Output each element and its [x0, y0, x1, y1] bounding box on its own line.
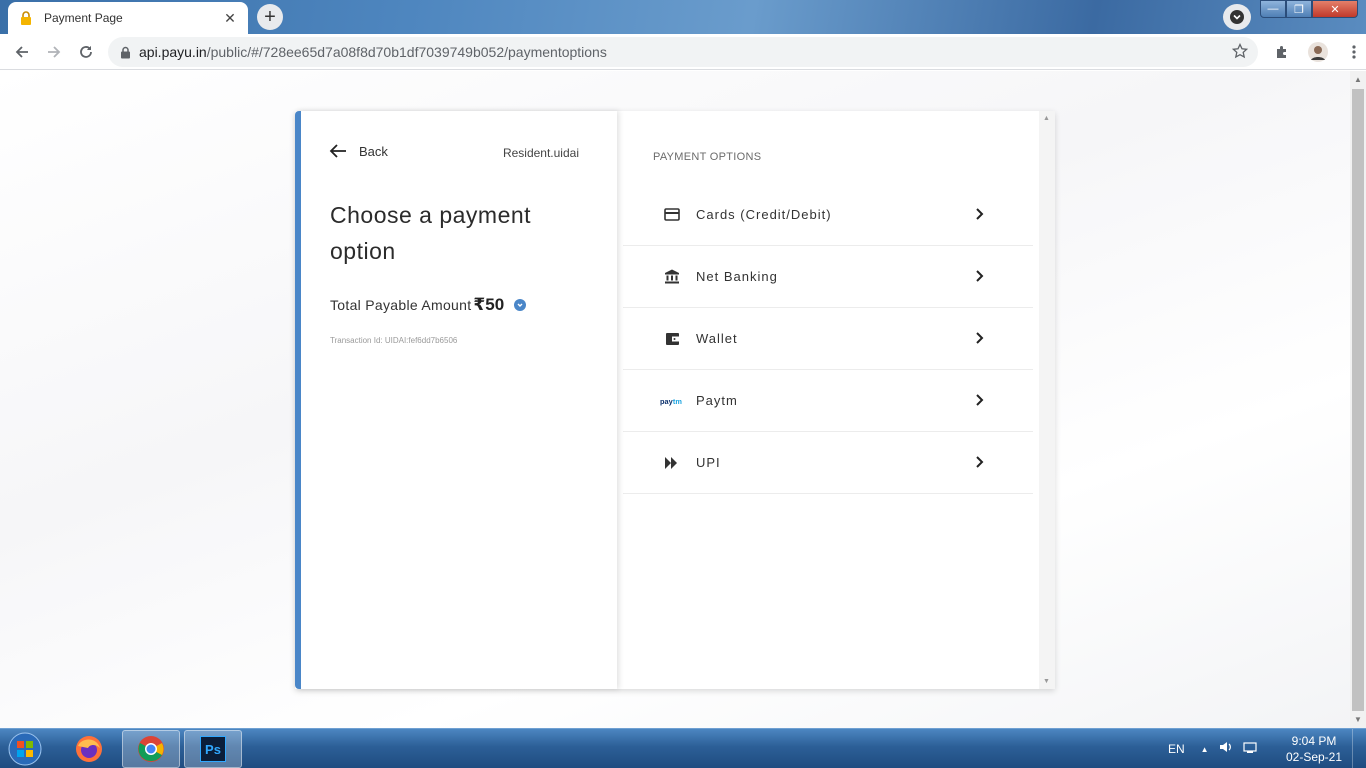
paytm-logo: pay tm — [660, 389, 684, 413]
back-button[interactable]: Back — [329, 143, 388, 159]
chevron-right-icon — [976, 332, 984, 344]
payment-card: Back Resident.uidai Choose a payment opt… — [295, 111, 1055, 689]
chevron-right-icon — [976, 270, 984, 282]
back-label: Back — [359, 143, 388, 159]
toolbar-right — [1266, 36, 1366, 68]
svg-text:pay: pay — [660, 396, 674, 405]
firefox-icon[interactable] — [60, 730, 118, 768]
forward-arrow-icon[interactable] — [38, 36, 70, 68]
page-title: Choose a payment option — [330, 202, 532, 264]
photoshop-icon[interactable]: Ps — [184, 730, 242, 768]
wallet-icon — [660, 327, 684, 351]
option-cards[interactable]: Cards (Credit/Debit) — [623, 184, 1033, 246]
option-upi[interactable]: UPI — [623, 432, 1033, 494]
scroll-down-icon[interactable]: ▼ — [1043, 678, 1050, 685]
payment-options-title: PAYMENT OPTIONS — [653, 151, 762, 163]
window-close-icon[interactable]: ✕ — [1312, 0, 1358, 18]
scroll-up-icon[interactable]: ▲ — [1354, 75, 1362, 84]
menu-kebab-icon[interactable] — [1338, 36, 1366, 68]
browser-titlebar: Payment Page ✕ + — ❐ ✕ — [0, 0, 1366, 34]
amount-value: ₹50 — [473, 295, 505, 314]
url-path: /public/#/728ee65d7a08f8d70b1df7039749b0… — [206, 44, 607, 60]
profile-avatar[interactable] — [1302, 36, 1334, 68]
lock-icon — [18, 10, 34, 26]
page-scrollbar[interactable]: ▲ ▼ — [1350, 71, 1366, 728]
chevron-right-icon — [976, 208, 984, 220]
order-summary-panel: Back Resident.uidai Choose a payment opt… — [295, 111, 617, 689]
address-bar[interactable]: api.payu.in/public/#/728ee65d7a08f8d70b1… — [108, 37, 1258, 67]
bank-icon — [660, 265, 684, 289]
volume-icon[interactable] — [1219, 740, 1233, 759]
scroll-up-icon[interactable]: ▲ — [1043, 115, 1050, 122]
option-label: UPI — [696, 455, 721, 470]
profile-dropdown-icon[interactable] — [1223, 4, 1251, 30]
merchant-name: Resident.uidai — [502, 146, 579, 160]
tab-title: Payment Page — [44, 11, 123, 25]
minimize-icon[interactable]: — — [1260, 0, 1286, 18]
maximize-icon[interactable]: ❐ — [1286, 0, 1312, 18]
amount-row: Total Payable Amount ₹50 — [330, 295, 527, 315]
amount-details-chevron-icon[interactable] — [514, 299, 527, 311]
option-net-banking[interactable]: Net Banking — [623, 246, 1033, 308]
option-label: Cards (Credit/Debit) — [696, 207, 832, 222]
browser-toolbar: api.payu.in/public/#/728ee65d7a08f8d70b1… — [0, 34, 1366, 70]
credit-card-icon — [660, 203, 684, 227]
scroll-down-icon[interactable]: ▼ — [1354, 715, 1362, 724]
payment-options-panel: PAYMENT OPTIONS Cards (Credit/Debit) Net… — [617, 111, 1039, 689]
tab-payment-page[interactable]: Payment Page ✕ — [8, 2, 248, 34]
page-viewport: Back Resident.uidai Choose a payment opt… — [0, 71, 1350, 728]
url-text: api.payu.in/public/#/728ee65d7a08f8d70b1… — [139, 44, 607, 60]
option-label: Net Banking — [696, 269, 778, 284]
amount-label: Total Payable Amount — [330, 297, 472, 313]
taskbar: Ps EN ▲ 9:04 PM 02-Sep-21 — [0, 728, 1366, 768]
start-button[interactable] — [4, 730, 46, 768]
language-indicator[interactable]: EN — [1168, 742, 1185, 756]
extensions-icon[interactable] — [1266, 36, 1298, 68]
show-desktop-button[interactable] — [1352, 729, 1366, 768]
upi-icon — [660, 451, 684, 475]
close-icon[interactable]: ✕ — [222, 10, 238, 27]
system-tray: EN ▲ — [1168, 729, 1257, 768]
photoshop-label: Ps — [200, 736, 226, 762]
option-wallet[interactable]: Wallet — [623, 308, 1033, 370]
chevron-right-icon — [976, 456, 984, 468]
payment-options-list: Cards (Credit/Debit) Net Banking Wallet — [623, 184, 1033, 494]
option-label: Wallet — [696, 331, 738, 346]
reload-icon[interactable] — [70, 36, 102, 68]
clock-date: 02-Sep-21 — [1285, 750, 1343, 764]
site-lock-icon — [121, 46, 130, 58]
options-scrollbar[interactable]: ▲ ▼ — [1039, 111, 1055, 689]
bookmark-star-icon[interactable] — [1231, 42, 1249, 64]
option-paytm[interactable]: pay tm Paytm — [623, 370, 1033, 432]
tray-expand-icon[interactable]: ▲ — [1201, 745, 1209, 754]
window-controls: — ❐ ✕ — [1260, 0, 1358, 18]
transaction-id: Transaction Id: UIDAI:fef6dd7b6506 — [330, 336, 458, 345]
new-tab-icon[interactable]: + — [257, 4, 283, 30]
network-icon[interactable] — [1242, 740, 1257, 759]
url-host: api.payu.in — [139, 44, 207, 60]
svg-text:tm: tm — [673, 396, 682, 405]
back-arrow-icon[interactable] — [6, 36, 38, 68]
chrome-icon[interactable] — [122, 730, 180, 768]
clock[interactable]: 9:04 PM 02-Sep-21 — [1282, 733, 1346, 765]
option-label: Paytm — [696, 393, 738, 408]
clock-time: 9:04 PM — [1291, 734, 1337, 748]
back-arrow-icon — [329, 144, 346, 158]
scrollbar-thumb[interactable] — [1352, 89, 1364, 711]
chevron-right-icon — [976, 394, 984, 406]
